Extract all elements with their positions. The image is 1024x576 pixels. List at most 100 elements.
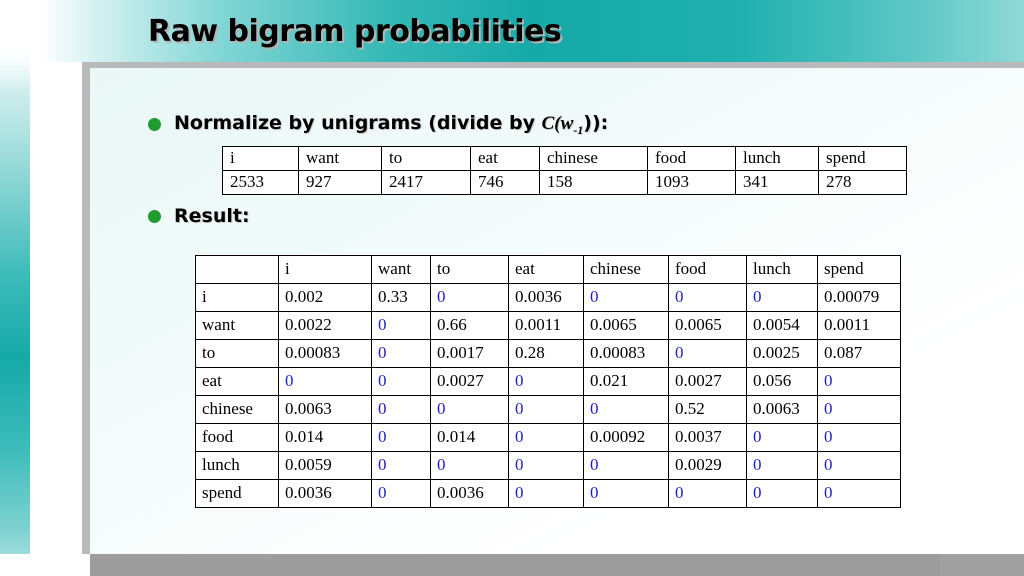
bigram-value-cell: 0.0054 bbox=[746, 311, 818, 340]
bigram-value-cell: 0 bbox=[746, 423, 818, 452]
unigram-word-cell: to bbox=[381, 146, 471, 171]
bigram-value-cell: 0.0036 bbox=[508, 283, 584, 312]
bigram-value-cell: 0.28 bbox=[508, 339, 584, 368]
bigram-value-cell: 0 bbox=[508, 395, 584, 424]
bigram-row-label: food bbox=[195, 423, 279, 452]
bigram-value-cell: 0.0027 bbox=[668, 367, 747, 396]
bigram-value-cell: 0.0025 bbox=[746, 339, 818, 368]
bigram-value-cell: 0 bbox=[371, 311, 431, 340]
table-row: to 0.00083 0 0.0017 0.28 0.00083 0 0.0025 0.087 bbox=[195, 339, 901, 368]
bigram-value-cell: 0 bbox=[508, 423, 584, 452]
bigram-value-cell: 0 bbox=[508, 479, 584, 508]
unigram-count-cell: 1093 bbox=[647, 170, 736, 195]
bigram-value-cell: 0 bbox=[817, 423, 901, 452]
bigram-value-cell: 0.0059 bbox=[278, 451, 372, 480]
bigram-value-cell: 0 bbox=[371, 479, 431, 508]
bigram-value-cell: 0.0011 bbox=[817, 311, 901, 340]
bigram-value-cell: 0.52 bbox=[668, 395, 747, 424]
bigram-value-cell: 0.0036 bbox=[430, 479, 509, 508]
bigram-row-label: to bbox=[195, 339, 279, 368]
bullet-dot-icon bbox=[148, 209, 161, 223]
bigram-value-cell: 0.002 bbox=[278, 283, 372, 312]
unigram-count-cell: 158 bbox=[539, 170, 648, 195]
bigram-value-cell: 0 bbox=[430, 451, 509, 480]
bigram-value-cell: 0.056 bbox=[746, 367, 818, 396]
bigram-value-cell: 0.021 bbox=[583, 367, 669, 396]
bigram-value-cell: 0 bbox=[668, 479, 747, 508]
unigram-count-cell: 278 bbox=[818, 170, 907, 195]
bigram-column-header bbox=[195, 255, 279, 284]
bigram-value-cell: 0 bbox=[583, 283, 669, 312]
bigram-row-label: lunch bbox=[195, 451, 279, 480]
unigram-count-cell: 746 bbox=[470, 170, 540, 195]
unigram-word-cell: chinese bbox=[539, 146, 648, 171]
bigram-value-cell: 0 bbox=[430, 395, 509, 424]
bigram-value-cell: 0 bbox=[746, 283, 818, 312]
bigram-value-cell: 0.0065 bbox=[583, 311, 669, 340]
table-row-words: i want to eat chinese food lunch spend bbox=[222, 146, 907, 171]
bullet-result: Result: bbox=[148, 205, 250, 227]
unigram-count-cell: 2533 bbox=[222, 170, 299, 195]
unigram-count-cell: 2417 bbox=[381, 170, 471, 195]
bigram-value-cell: 0.0036 bbox=[278, 479, 372, 508]
bigram-value-cell: 0 bbox=[817, 479, 901, 508]
table-row: want 0.0022 0 0.66 0.0011 0.0065 0.0065 0.0054 0… bbox=[195, 311, 901, 340]
unigram-count-cell: 927 bbox=[298, 170, 382, 195]
bigram-probability-table: i want to eat chinese food lunch spend i 0.002 0.3… bbox=[195, 255, 901, 508]
bigram-value-cell: 0 bbox=[583, 479, 669, 508]
bigram-value-cell: 0 bbox=[668, 339, 747, 368]
bigram-value-cell: 0 bbox=[668, 283, 747, 312]
bigram-row-label: eat bbox=[195, 367, 279, 396]
bottom-bar-gray bbox=[82, 554, 940, 576]
table-row: eat 0 0 0.0027 0 0.021 0.0027 0.056 0 bbox=[195, 367, 901, 396]
unigram-count-cell: 341 bbox=[735, 170, 819, 195]
bigram-value-cell: 0 bbox=[746, 451, 818, 480]
bottom-bar-white-left bbox=[0, 554, 90, 576]
bigram-value-cell: 0.0037 bbox=[668, 423, 747, 452]
bigram-column-header: to bbox=[430, 255, 509, 284]
bigram-value-cell: 0.66 bbox=[430, 311, 509, 340]
unigram-word-cell: spend bbox=[818, 146, 907, 171]
table-row: chinese 0.0063 0 0 0 0 0.52 0.0063 0 bbox=[195, 395, 901, 424]
bigram-value-cell: 0.014 bbox=[430, 423, 509, 452]
bigram-column-header: i bbox=[278, 255, 372, 284]
unigram-word-cell: want bbox=[298, 146, 382, 171]
bigram-value-cell: 0 bbox=[371, 367, 431, 396]
formula-subscript: -1 bbox=[573, 122, 584, 137]
bigram-value-cell: 0 bbox=[817, 395, 901, 424]
bigram-value-cell: 0.0017 bbox=[430, 339, 509, 368]
page-title: Raw bigram probabilities bbox=[148, 14, 562, 49]
bigram-value-cell: 0.00083 bbox=[278, 339, 372, 368]
bigram-row-label: chinese bbox=[195, 395, 279, 424]
table-header-row: i want to eat chinese food lunch spend bbox=[195, 255, 901, 284]
bullet-normalize-label: Normalize by unigrams (divide by C(w-1))… bbox=[174, 112, 609, 137]
unigram-word-cell: lunch bbox=[735, 146, 819, 171]
bigram-value-cell: 0 bbox=[371, 451, 431, 480]
bigram-value-cell: 0.00092 bbox=[583, 423, 669, 452]
bigram-row-label: spend bbox=[195, 479, 279, 508]
bigram-value-cell: 0 bbox=[817, 451, 901, 480]
bigram-value-cell: 0.0029 bbox=[668, 451, 747, 480]
bullet-normalize: Normalize by unigrams (divide by C(w-1))… bbox=[148, 112, 608, 138]
bigram-value-cell: 0 bbox=[508, 367, 584, 396]
bigram-value-cell: 0 bbox=[583, 395, 669, 424]
bigram-column-header: chinese bbox=[583, 255, 669, 284]
bigram-row-label: i bbox=[195, 283, 279, 312]
slide: Raw bigram probabilities Normalize by un… bbox=[0, 0, 1024, 576]
bigram-value-cell: 0.0063 bbox=[746, 395, 818, 424]
bullet-result-label: Result: bbox=[174, 205, 250, 227]
bigram-column-header: lunch bbox=[746, 255, 818, 284]
unigram-word-cell: eat bbox=[470, 146, 540, 171]
bigram-value-cell: 0 bbox=[508, 451, 584, 480]
bigram-value-cell: 0.014 bbox=[278, 423, 372, 452]
bigram-column-header: spend bbox=[817, 255, 901, 284]
bigram-value-cell: 0.0011 bbox=[508, 311, 584, 340]
table-row-counts: 2533 927 2417 746 158 1093 341 278 bbox=[222, 170, 907, 195]
table-row: i 0.002 0.33 0 0.0036 0 0 0 0.00079 bbox=[195, 283, 901, 312]
unigram-word-cell: i bbox=[222, 146, 299, 171]
bigram-value-cell: 0.087 bbox=[817, 339, 901, 368]
bottom-bar-gray-right bbox=[940, 554, 1024, 576]
bigram-value-cell: 0.00083 bbox=[583, 339, 669, 368]
bigram-value-cell: 0 bbox=[746, 479, 818, 508]
table-row: lunch 0.0059 0 0 0 0 0.0029 0 0 bbox=[195, 451, 901, 480]
